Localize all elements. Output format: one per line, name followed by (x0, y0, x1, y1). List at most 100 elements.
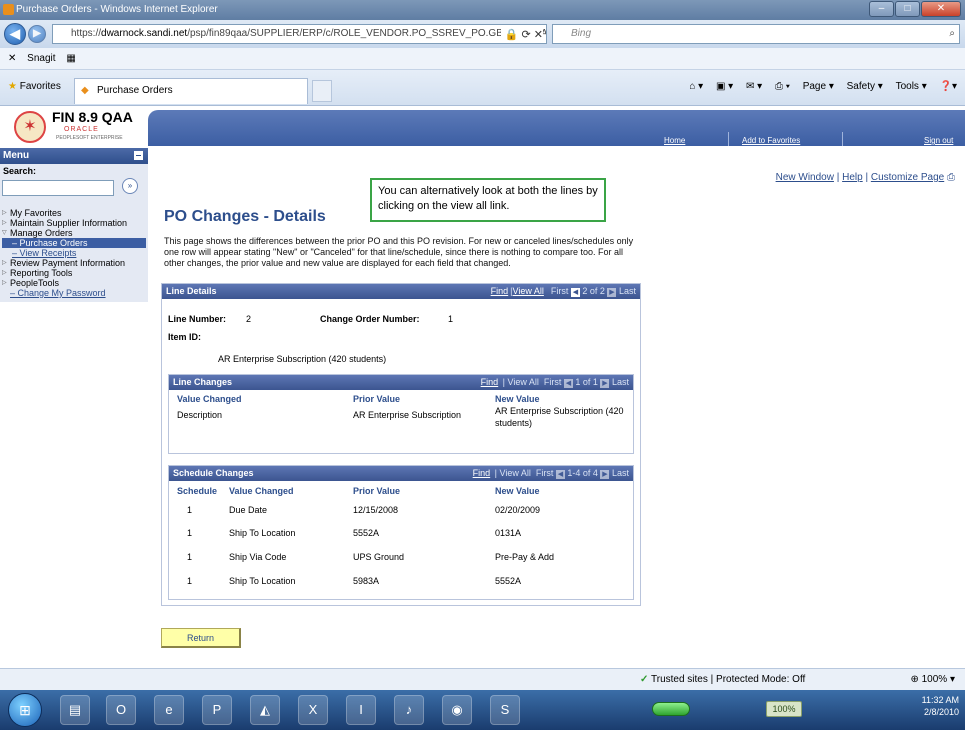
menu-item-my-favorites[interactable]: My Favorites (2, 208, 146, 218)
find-link[interactable]: Find (473, 468, 491, 478)
close-toolbar-icon[interactable]: ✕ (8, 53, 16, 64)
row-counter: 1 of 1 (575, 377, 598, 387)
line-changes-header: Line Changes Find | View All First ◀ 1 o… (169, 375, 633, 390)
table-cell: AR Enterprise Subscription (420 students… (495, 406, 624, 428)
trusted-check-icon: ✓ (640, 674, 649, 685)
page-menu[interactable]: Page ▾ (803, 81, 834, 92)
menu-item-reporting-tools[interactable]: Reporting Tools (2, 268, 146, 278)
excel-taskbar-icon[interactable]: X (298, 695, 328, 725)
previous-icon[interactable]: ◀ (570, 288, 580, 297)
portal-nav-bar: Home Add to Favorites Sign out (148, 110, 965, 146)
safety-menu[interactable]: Safety ▾ (847, 81, 883, 92)
media-taskbar-icon[interactable]: ♪ (394, 695, 424, 725)
publisher-taskbar-icon[interactable]: P (202, 695, 232, 725)
return-button[interactable]: Return (161, 628, 241, 648)
menu-item-view-receipts[interactable]: – View Receipts (2, 248, 146, 258)
view-all-link[interactable]: View All (513, 286, 544, 296)
outlook-taskbar-icon[interactable]: O (106, 695, 136, 725)
help-icon[interactable]: ❓▾ (940, 81, 957, 92)
battery-percentage[interactable]: 100% (766, 701, 802, 717)
first-label[interactable]: First (551, 286, 569, 296)
line-changes-grid: Line Changes Find | View All First ◀ 1 o… (168, 374, 634, 454)
app-taskbar-icon[interactable]: ◭ (250, 695, 280, 725)
printer-icon[interactable]: ⎙ (947, 172, 955, 183)
system-clock[interactable]: 11:32 AM 2/8/2010 (922, 694, 959, 718)
url-path: /psp/fin89qaa/SUPPLIER/ERP/c/ROLE_VENDOR… (187, 28, 547, 39)
peoplesoft-label: PEOPLESOFT ENTERPRISE (56, 135, 123, 141)
table-cell: Description (177, 410, 223, 420)
page-icon: ◆ (81, 85, 89, 96)
menu-item-purchase-orders[interactable]: – Purchase Orders (2, 238, 146, 248)
mail-icon[interactable]: ✉ ▾ (746, 81, 762, 92)
row-counter: 2 of 2 (582, 286, 605, 296)
col-schedule: Schedule (177, 486, 218, 496)
zoom-control[interactable]: ⊕ 100% ▾ (910, 674, 955, 685)
menu-search-section: Search: » (0, 164, 148, 206)
next-icon: ▶ (600, 379, 610, 388)
menu-item-peopletools[interactable]: PeopleTools (2, 278, 146, 288)
forward-button[interactable]: ▶ (28, 25, 46, 43)
tools-menu[interactable]: Tools ▾ (896, 81, 927, 92)
menu-item-manage-orders[interactable]: Manage Orders (2, 228, 146, 238)
help-link[interactable]: Help (842, 172, 863, 183)
add-to-favorites-link[interactable]: Add to Favorites (742, 136, 800, 145)
new-tab-button[interactable] (312, 80, 332, 102)
explorer-taskbar-icon[interactable]: ▤ (60, 695, 90, 725)
new-window-link[interactable]: New Window (776, 172, 834, 183)
search-icon[interactable]: ⌕ (949, 25, 955, 43)
home-icon[interactable]: ⌂ ▾ (689, 81, 703, 92)
bing-search-input[interactable]: Bing ⌕ (552, 24, 960, 44)
customize-page-link[interactable]: Customize Page (871, 172, 944, 183)
col-value-changed: Value Changed (229, 486, 294, 496)
col-value-changed: Value Changed (177, 394, 242, 404)
menu-title: Menu (3, 150, 30, 161)
home-link[interactable]: Home (664, 136, 685, 145)
line-details-title: Line Details (166, 286, 217, 296)
favorites-button[interactable]: ★ Favorites (8, 81, 61, 92)
snagit-button[interactable]: Snagit (27, 53, 55, 64)
tab-purchase-orders[interactable]: ◆ Purchase Orders (74, 78, 308, 104)
line-details-box: Line Details Find |View All First ◀ 2 of … (161, 283, 641, 606)
left-menu: Menu Search: » My Favorites Maintain Sup… (0, 148, 148, 668)
start-button[interactable]: ⊞ (8, 693, 42, 727)
schedule-changes-grid: Schedule Changes Find | View All First ◀… (168, 465, 634, 600)
sign-out-link[interactable]: Sign out (924, 136, 953, 145)
table-cell: 5552A (495, 576, 522, 586)
snagit-capture-icon[interactable]: ▦ (66, 53, 75, 64)
lock-icon[interactable]: 🔒 (505, 29, 519, 41)
address-input[interactable]: https://dwarnock.sandi.net/psp/fin89qaa/… (52, 24, 547, 44)
find-link[interactable]: Find (491, 286, 509, 296)
stop-icon[interactable]: ✕ (534, 29, 543, 41)
next-icon[interactable]: ▶ (607, 288, 617, 297)
ie-taskbar-icon[interactable]: e (154, 695, 184, 725)
chrome-taskbar-icon[interactable]: ◉ (442, 695, 472, 725)
line-number-label: Line Number: (168, 314, 227, 324)
district-logo: ✶ (14, 111, 46, 143)
battery-icon[interactable] (652, 702, 690, 716)
close-button[interactable]: ✕ (921, 1, 961, 17)
view-all-label: View All (499, 468, 531, 478)
infopath-taskbar-icon[interactable]: I (346, 695, 376, 725)
menu-item-review-payment[interactable]: Review Payment Information (2, 258, 146, 268)
status-bar: ✓ Trusted sites | Protected Mode: Off ⊕ … (0, 668, 965, 690)
next-icon: ▶ (600, 470, 610, 479)
menu-search-input[interactable] (2, 180, 114, 196)
minimize-button[interactable]: – (869, 1, 894, 17)
protected-mode-status[interactable]: ✓ Trusted sites | Protected Mode: Off (640, 674, 805, 685)
table-cell: Pre-Pay & Add (495, 552, 555, 562)
search-label: Search: (3, 166, 37, 176)
maximize-button[interactable]: □ (895, 1, 920, 17)
refresh-icon[interactable]: ⟳ (522, 29, 531, 41)
search-go-icon[interactable]: » (122, 178, 138, 194)
back-button[interactable]: ◀ (4, 23, 26, 45)
last-label[interactable]: Last (619, 286, 636, 296)
collapse-menu-icon[interactable] (134, 151, 143, 160)
snagit-taskbar-icon[interactable]: S (490, 695, 520, 725)
print-icon[interactable]: ⎙ ▾ (775, 81, 790, 92)
find-link[interactable]: Find (481, 377, 499, 387)
previous-icon: ◀ (555, 470, 565, 479)
menu-item-maintain-supplier[interactable]: Maintain Supplier Information (2, 218, 146, 228)
menu-item-change-password[interactable]: – Change My Password (2, 288, 146, 298)
window-titlebar: Purchase Orders - Windows Internet Explo… (0, 0, 965, 20)
feeds-icon[interactable]: ▣ ▾ (716, 81, 733, 92)
